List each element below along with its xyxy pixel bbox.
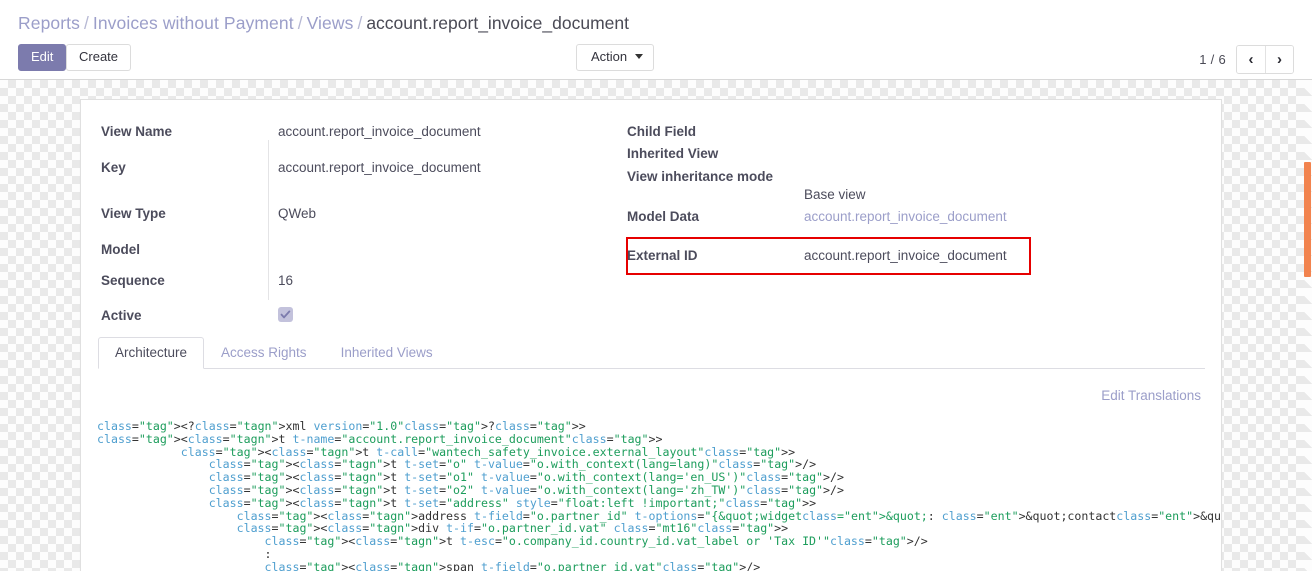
app-root: Reports / Invoices without Payment / Views / a…	[0, 0, 1312, 571]
action-label: Action	[591, 49, 628, 64]
field-value-view-name[interactable]: account.report_invoice_document	[253, 120, 481, 140]
field-value-view-inheritance-mode[interactable]: Base view	[779, 164, 866, 203]
field-value-active	[253, 304, 293, 324]
active-checkbox[interactable]	[278, 307, 293, 322]
tab-access-rights[interactable]: Access Rights	[204, 337, 324, 369]
field-model: Model	[101, 238, 601, 258]
create-button[interactable]: Create	[66, 44, 132, 71]
field-label-child-field: Child Field	[627, 124, 696, 139]
architecture-code-editor[interactable]: class="tag"><?class="tagn">xml version="…	[97, 420, 1221, 571]
form-canvas: View Name account.report_invoice_documen…	[0, 79, 1304, 571]
breadcrumb-separator-1: /	[83, 13, 89, 33]
field-view-name: View Name account.report_invoice_documen…	[101, 120, 601, 140]
field-child-field: Child Field	[627, 120, 1097, 140]
tab-architecture[interactable]: Architecture	[98, 337, 205, 369]
field-value-sequence[interactable]: 16	[253, 269, 293, 289]
breadcrumb-item-views[interactable]: Views	[307, 13, 354, 33]
field-inherited-view: Inherited View	[627, 142, 1097, 162]
breadcrumb: Reports / Invoices without Payment / Views / a…	[0, 0, 1312, 43]
field-label-key: Key	[101, 160, 126, 175]
record-sheet: View Name account.report_invoice_documen…	[80, 99, 1222, 571]
field-external-id: External ID account.report_invoice_docum…	[627, 244, 1097, 264]
field-view-inheritance-mode: View inheritance mode Base view	[627, 164, 1097, 203]
field-value-external-id[interactable]: account.report_invoice_document	[779, 244, 1007, 264]
field-label-active: Active	[101, 308, 142, 323]
right-field-column: Child Field Inherited View View inherita…	[627, 120, 1097, 264]
notebook-tabs: Architecture Access Rights Inherited Vie…	[98, 337, 1205, 369]
field-label-view-inheritance-mode: View inheritance mode	[627, 169, 774, 184]
breadcrumb-separator-3: /	[357, 13, 363, 33]
control-panel-toolbar: Edit Create Action 1 / 6 ‹ ›	[0, 41, 1312, 79]
edit-button[interactable]: Edit	[18, 44, 67, 71]
field-label-view-type: View Type	[101, 206, 166, 221]
pager-buttons: ‹ ›	[1236, 45, 1294, 74]
chevron-down-icon	[635, 54, 644, 60]
field-label-external-id: External ID	[627, 248, 698, 263]
pager: 1 / 6 ‹ ›	[1199, 45, 1294, 74]
field-value-child-field[interactable]	[779, 120, 804, 123]
field-key: Key account.report_invoice_document	[101, 156, 601, 176]
pager-count: 1 / 6	[1199, 52, 1226, 67]
vertical-scrollbar-thumb[interactable]	[1304, 162, 1311, 277]
breadcrumb-current-record: account.report_invoice_document	[366, 13, 629, 33]
chevron-left-icon[interactable]: ‹	[1237, 46, 1265, 73]
breadcrumb-separator-2: /	[297, 13, 303, 33]
field-active: Active	[101, 304, 601, 324]
field-value-view-type[interactable]: QWeb	[253, 202, 316, 222]
field-label-inherited-view: Inherited View	[627, 146, 719, 161]
breadcrumb-item-invoices-without-payment[interactable]: Invoices without Payment	[93, 13, 294, 33]
vertical-scrollbar-track[interactable]	[1304, 79, 1312, 571]
field-label-view-name: View Name	[101, 124, 173, 139]
action-dropdown-button[interactable]: Action	[576, 44, 655, 71]
left-field-column: View Name account.report_invoice_documen…	[101, 120, 601, 324]
field-model-data: Model Data account.report_invoice_docume…	[627, 205, 1097, 225]
field-label-model: Model	[101, 242, 140, 257]
field-value-inherited-view[interactable]	[779, 142, 804, 145]
breadcrumb-item-reports[interactable]: Reports	[18, 13, 80, 33]
field-label-sequence: Sequence	[101, 273, 165, 288]
chevron-right-icon[interactable]: ›	[1265, 46, 1293, 73]
field-view-type: View Type QWeb	[101, 202, 601, 222]
field-sequence: Sequence 16	[101, 269, 601, 289]
edit-translations-link[interactable]: Edit Translations	[1101, 388, 1201, 403]
field-value-key[interactable]: account.report_invoice_document	[253, 156, 481, 176]
check-icon	[280, 310, 291, 319]
field-value-model[interactable]	[253, 238, 278, 241]
field-label-model-data: Model Data	[627, 209, 700, 224]
field-value-model-data[interactable]: account.report_invoice_document	[779, 205, 1007, 225]
tab-inherited-views[interactable]: Inherited Views	[324, 337, 450, 369]
